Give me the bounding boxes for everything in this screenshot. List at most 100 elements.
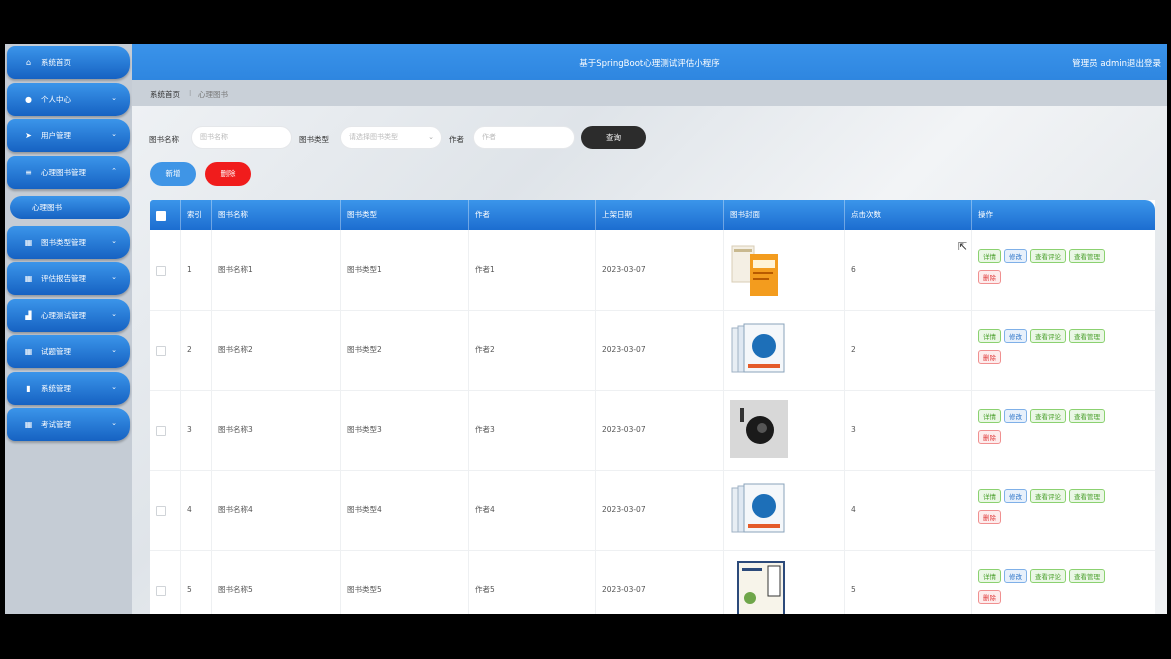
chevron-down-icon: ⌄ xyxy=(111,94,117,102)
cell-index: 2 xyxy=(180,310,211,390)
app-screen: ⌂ 系统首页 ● 个人中心 ⌄ ➤ 用户管理 ⌄ ≡ 心理图书管理 ⌃ 心理图书… xyxy=(5,44,1167,614)
sidebar-item-label: 考试管理 xyxy=(41,420,71,429)
view-comments-button[interactable]: 查看评论 xyxy=(1030,569,1066,583)
row-operations: 详情 修改 查看评论 查看管理删除 xyxy=(978,329,1108,371)
chevron-down-icon: ⌄ xyxy=(111,273,117,281)
sidebar-item-label: 个人中心 xyxy=(41,95,71,104)
table-row: 5 图书名称5 图书类型5 作者5 2023-03-07 5 详情 修改查看评论… xyxy=(150,550,1155,614)
author-label: 作者 xyxy=(449,135,464,144)
manage-button[interactable]: 查看管理 xyxy=(1069,569,1105,583)
row-operations: 详情 修改 查看评论 查看管理删除 xyxy=(978,569,1108,611)
logout-link[interactable]: 退出登录 xyxy=(1127,57,1161,69)
book-type-select[interactable]: 请选择图书类型 ⌄ xyxy=(340,126,442,149)
sidebar-item-home[interactable]: ⌂ 系统首页 xyxy=(7,46,130,79)
book-cover-image[interactable] xyxy=(728,398,790,460)
cell-index: 4 xyxy=(180,470,211,550)
cell-author: 作者4 xyxy=(468,470,595,550)
manage-button[interactable]: 查看管理 xyxy=(1069,489,1105,503)
delete-row-button[interactable]: 删除 xyxy=(978,510,1001,524)
detail-button[interactable]: 详情 xyxy=(978,489,1001,503)
sidebar-item-personal-center[interactable]: ● 个人中心 ⌄ xyxy=(7,83,130,116)
detail-button[interactable]: 详情 xyxy=(978,569,1001,583)
select-all-checkbox[interactable] xyxy=(156,211,166,221)
view-comments-button[interactable]: 查看评论 xyxy=(1030,409,1066,423)
row-checkbox[interactable] xyxy=(156,506,166,516)
row-checkbox[interactable] xyxy=(156,586,166,596)
books-table: 索引 图书名称 图书类型 作者 上架日期 图书封面 点击次数 操作 1 图书名称… xyxy=(150,200,1155,614)
chevron-down-icon: ⌄ xyxy=(111,237,117,245)
mouse-cursor-icon: ⇱ xyxy=(958,240,968,253)
manage-button[interactable]: 查看管理 xyxy=(1069,329,1105,343)
cell-type: 图书类型2 xyxy=(340,310,468,390)
cell-cover xyxy=(723,310,844,390)
column-header: 作者 xyxy=(468,200,595,230)
edit-button[interactable]: 修改 xyxy=(1004,569,1027,583)
table-header: 索引 图书名称 图书类型 作者 上架日期 图书封面 点击次数 操作 xyxy=(150,200,1155,230)
batch-delete-button[interactable]: 删除 xyxy=(205,162,251,186)
sidebar-item-label: 心理测试管理 xyxy=(41,311,86,320)
sidebar-item-system[interactable]: ▮ 系统管理 ⌄ xyxy=(7,372,130,405)
cell-clicks: 6 xyxy=(844,230,971,310)
user-label: 管理员 admin xyxy=(1072,59,1127,69)
book-cover-image[interactable] xyxy=(728,478,790,540)
detail-button[interactable]: 详情 xyxy=(978,409,1001,423)
detail-button[interactable]: 详情 xyxy=(978,329,1001,343)
sidebar-subitem-books[interactable]: 心理图书 xyxy=(10,196,130,219)
cell-cover xyxy=(723,470,844,550)
column-header: 操作 xyxy=(971,200,1155,230)
query-button[interactable]: 查询 xyxy=(581,126,646,149)
cell-name: 图书名称1 xyxy=(211,230,340,310)
sidebar-item-user-management[interactable]: ➤ 用户管理 ⌄ xyxy=(7,119,130,152)
column-header: 索引 xyxy=(180,200,211,230)
delete-row-button[interactable]: 删除 xyxy=(978,590,1001,604)
chevron-down-icon: ⌄ xyxy=(111,130,117,138)
cell-name: 图书名称4 xyxy=(211,470,340,550)
book-cover-image[interactable] xyxy=(728,238,790,300)
row-checkbox[interactable] xyxy=(156,426,166,436)
sidebar-item-exam[interactable]: ▦ 考试管理 ⌄ xyxy=(7,408,130,441)
detail-button[interactable]: 详情 xyxy=(978,249,1001,263)
edit-button[interactable]: 修改 xyxy=(1004,489,1027,503)
book-cover-image[interactable] xyxy=(728,318,790,380)
chevron-down-icon: ⌄ xyxy=(111,419,117,427)
table-row: 4 图书名称4 图书类型4 作者4 2023-03-07 4 详情 修改 查看评… xyxy=(150,470,1155,551)
sidebar-item-book-type[interactable]: ▦ 图书类型管理 ⌄ xyxy=(7,226,130,259)
book-name-input[interactable]: 图书名称 xyxy=(191,126,292,149)
author-input[interactable]: 作者 xyxy=(473,126,575,149)
view-comments-button[interactable]: 查看评论 xyxy=(1030,489,1066,503)
delete-row-button[interactable]: 删除 xyxy=(978,270,1001,284)
chart-icon: ▟ xyxy=(25,311,32,320)
sliders-icon: ≡ xyxy=(25,168,32,177)
cell-author: 作者3 xyxy=(468,390,595,470)
cell-operations: 详情 修改 查看评论 查看管理删除 ⇱ xyxy=(958,230,1155,310)
sidebar-item-book-management[interactable]: ≡ 心理图书管理 ⌃ xyxy=(7,156,130,189)
breadcrumb-home[interactable]: 系统首页 xyxy=(150,89,180,100)
sidebar-item-report[interactable]: ▦ 评估报告管理 ⌄ xyxy=(7,262,130,295)
sidebar-item-questions[interactable]: ▦ 试题管理 ⌄ xyxy=(7,335,130,368)
apps-icon: ▦ xyxy=(24,347,33,356)
book-name-label: 图书名称 xyxy=(149,135,179,144)
edit-button[interactable]: 修改 xyxy=(1004,409,1027,423)
add-button[interactable]: 新增 xyxy=(150,162,196,186)
sidebar-item-label: 系统管理 xyxy=(41,384,71,393)
view-comments-button[interactable]: 查看评论 xyxy=(1030,329,1066,343)
delete-row-button[interactable]: 删除 xyxy=(978,430,1001,444)
header-checkbox-cell xyxy=(150,200,180,230)
row-operations: 详情 修改 查看评论 查看管理删除 xyxy=(978,489,1108,531)
book-type-placeholder: 请选择图书类型 xyxy=(349,133,398,141)
edit-button[interactable]: 修改 xyxy=(1004,329,1027,343)
sidebar-item-test[interactable]: ▟ 心理测试管理 ⌄ xyxy=(7,299,130,332)
manage-button[interactable]: 查看管理 xyxy=(1069,409,1105,423)
chevron-down-icon: ⌄ xyxy=(111,383,117,391)
edit-button[interactable]: 修改 xyxy=(1004,249,1027,263)
view-comments-button[interactable]: 查看评论 xyxy=(1030,249,1066,263)
manage-button[interactable]: 查看管理 xyxy=(1069,249,1105,263)
delete-row-button[interactable]: 删除 xyxy=(978,350,1001,364)
cell-clicks: 2 xyxy=(844,310,971,390)
home-icon: ⌂ xyxy=(25,58,32,67)
cell-type: 图书类型4 xyxy=(340,470,468,550)
row-checkbox[interactable] xyxy=(156,346,166,356)
row-checkbox[interactable] xyxy=(156,266,166,276)
book-cover-image[interactable] xyxy=(728,558,790,614)
cell-operations: 详情 修改 查看评论 查看管理删除 xyxy=(971,390,1155,470)
